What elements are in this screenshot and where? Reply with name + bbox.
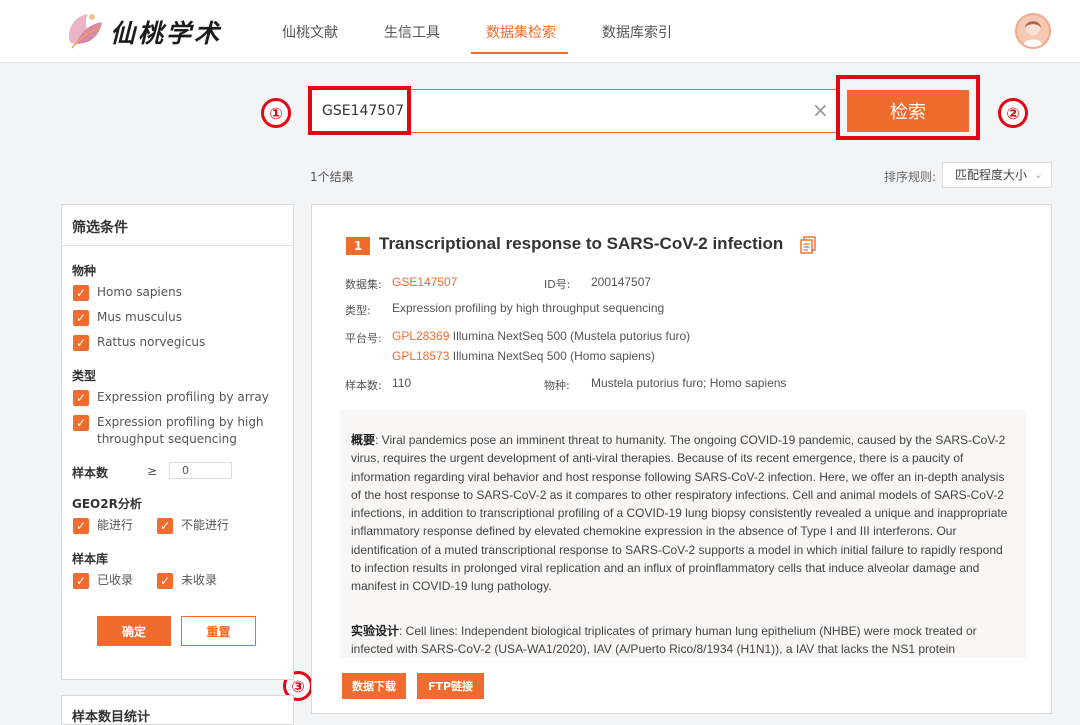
design-paragraph: 实验设计: Cell lines: Independent biological… bbox=[351, 622, 1013, 658]
sample-stats-title: 样本数目统计 bbox=[72, 710, 151, 725]
annotation-marker-2: ② bbox=[998, 98, 1028, 128]
type-meta-label: 类型: bbox=[345, 304, 371, 317]
logo-text[interactable]: 仙桃学术 bbox=[110, 14, 222, 50]
species-homo-sapiens: Homo sapiens bbox=[97, 285, 183, 299]
species-label: 物种 bbox=[72, 264, 97, 278]
checkbox-library-not-included[interactable]: ✓ bbox=[157, 573, 173, 589]
filter-title: 筛选条件 bbox=[72, 220, 128, 236]
species-meta-value: Mustela putorius furo; Homo sapiens bbox=[591, 376, 787, 390]
summary-label: 概要 bbox=[351, 433, 376, 447]
annotation-marker-1: ① bbox=[261, 98, 291, 128]
checkbox-mus-musculus[interactable]: ✓ bbox=[73, 310, 89, 326]
checkbox-geo2r-yes[interactable]: ✓ bbox=[73, 518, 89, 534]
sample-count-operator: ≥ bbox=[147, 464, 158, 478]
samples-value: 110 bbox=[392, 376, 412, 390]
design-label: 实验设计 bbox=[351, 624, 400, 638]
library-not-included: 未收录 bbox=[181, 573, 218, 587]
avatar-face-icon bbox=[1023, 21, 1043, 47]
filter-reset-button[interactable]: 重置 bbox=[181, 616, 256, 646]
data-download-button[interactable]: 数据下载 bbox=[342, 673, 406, 699]
summary-paragraph: 概要: Viral pandemics pose an imminent thr… bbox=[351, 431, 1013, 596]
platform-link[interactable]: GPL18573 bbox=[392, 349, 449, 363]
checkbox-geo2r-no[interactable]: ✓ bbox=[157, 518, 173, 534]
summary-text: : Viral pandemics pose an imminent threa… bbox=[351, 433, 1008, 594]
geo2r-no: 不能进行 bbox=[181, 518, 230, 532]
user-avatar[interactable] bbox=[1015, 13, 1051, 49]
platform-link[interactable]: GPL28369 bbox=[392, 329, 449, 343]
sort-select[interactable]: 匹配程度大小 ⌄ bbox=[942, 162, 1052, 188]
nav-literature[interactable]: 仙桃文献 bbox=[282, 22, 338, 42]
nav-active-underline bbox=[471, 52, 568, 54]
dataset-label: 数据集: bbox=[345, 278, 382, 291]
type-label: 类型 bbox=[72, 369, 97, 383]
checkbox-high-throughput[interactable]: ✓ bbox=[73, 415, 89, 431]
filter-divider bbox=[62, 245, 293, 246]
sample-count-label: 样本数 bbox=[72, 466, 109, 480]
platform-desc: Illumina NextSeq 500 (Mustela putorius f… bbox=[452, 329, 691, 343]
nav-database-index[interactable]: 数据库索引 bbox=[602, 22, 672, 42]
design-text: : Cell lines: Independent biological tri… bbox=[351, 624, 977, 657]
platform-row-1: GPL28369 Illumina NextSeq 500 (Mustela p… bbox=[392, 329, 690, 343]
type-meta-value: Expression profiling by high throughput … bbox=[392, 301, 665, 315]
species-meta-label: 物种: bbox=[544, 379, 570, 392]
sample-count-input[interactable]: 0 bbox=[169, 462, 232, 479]
copy-document-icon[interactable] bbox=[800, 236, 816, 254]
type-high-throughput: Expression profiling by high throughput … bbox=[97, 415, 264, 446]
checkbox-rattus-norvegicus[interactable]: ✓ bbox=[73, 335, 89, 351]
clear-search-icon[interactable]: × bbox=[812, 99, 830, 121]
nav-bioinfo-tools[interactable]: 生信工具 bbox=[384, 22, 440, 42]
design-clip: 实验设计: Cell lines: Independent biological… bbox=[340, 616, 1026, 658]
platform-label: 平台号: bbox=[345, 332, 382, 345]
nav-dataset-search[interactable]: 数据集检索 bbox=[486, 22, 556, 42]
geo2r-label: GEO2R分析 bbox=[72, 497, 142, 511]
id-value: 200147507 bbox=[591, 275, 652, 289]
library-included: 已收录 bbox=[97, 573, 134, 587]
sort-value: 匹配程度大小 bbox=[955, 168, 1028, 182]
dataset-link[interactable]: GSE147507 bbox=[392, 275, 457, 289]
platform-desc: Illumina NextSeq 500 (Homo sapiens) bbox=[452, 349, 655, 363]
annotation-box-search-input bbox=[308, 86, 411, 135]
library-label: 样本库 bbox=[72, 552, 109, 566]
type-array: Expression profiling by array bbox=[97, 390, 269, 404]
filter-ok-button[interactable]: 确定 bbox=[97, 616, 171, 646]
chevron-down-icon: ⌄ bbox=[1033, 168, 1043, 181]
id-label: ID号: bbox=[544, 278, 571, 291]
samples-label: 样本数: bbox=[345, 379, 382, 392]
species-mus-musculus: Mus musculus bbox=[97, 310, 182, 324]
checkbox-homo-sapiens[interactable]: ✓ bbox=[73, 285, 89, 301]
ftp-link-button[interactable]: FTP链接 bbox=[417, 673, 484, 699]
result-count: 1个结果 bbox=[310, 170, 354, 184]
sort-label: 排序规则: bbox=[884, 170, 937, 184]
peach-logo-icon[interactable] bbox=[62, 8, 108, 54]
checkbox-library-included[interactable]: ✓ bbox=[73, 573, 89, 589]
species-rattus-norvegicus: Rattus norvegicus bbox=[97, 335, 206, 349]
result-title[interactable]: Transcriptional response to SARS-CoV-2 i… bbox=[379, 234, 783, 254]
platform-row-2: GPL18573 Illumina NextSeq 500 (Homo sapi… bbox=[392, 349, 655, 363]
result-rank-badge: 1 bbox=[346, 237, 370, 255]
checkbox-array[interactable]: ✓ bbox=[73, 390, 89, 406]
geo2r-yes: 能进行 bbox=[97, 518, 134, 532]
annotation-box-search-button bbox=[836, 75, 980, 140]
